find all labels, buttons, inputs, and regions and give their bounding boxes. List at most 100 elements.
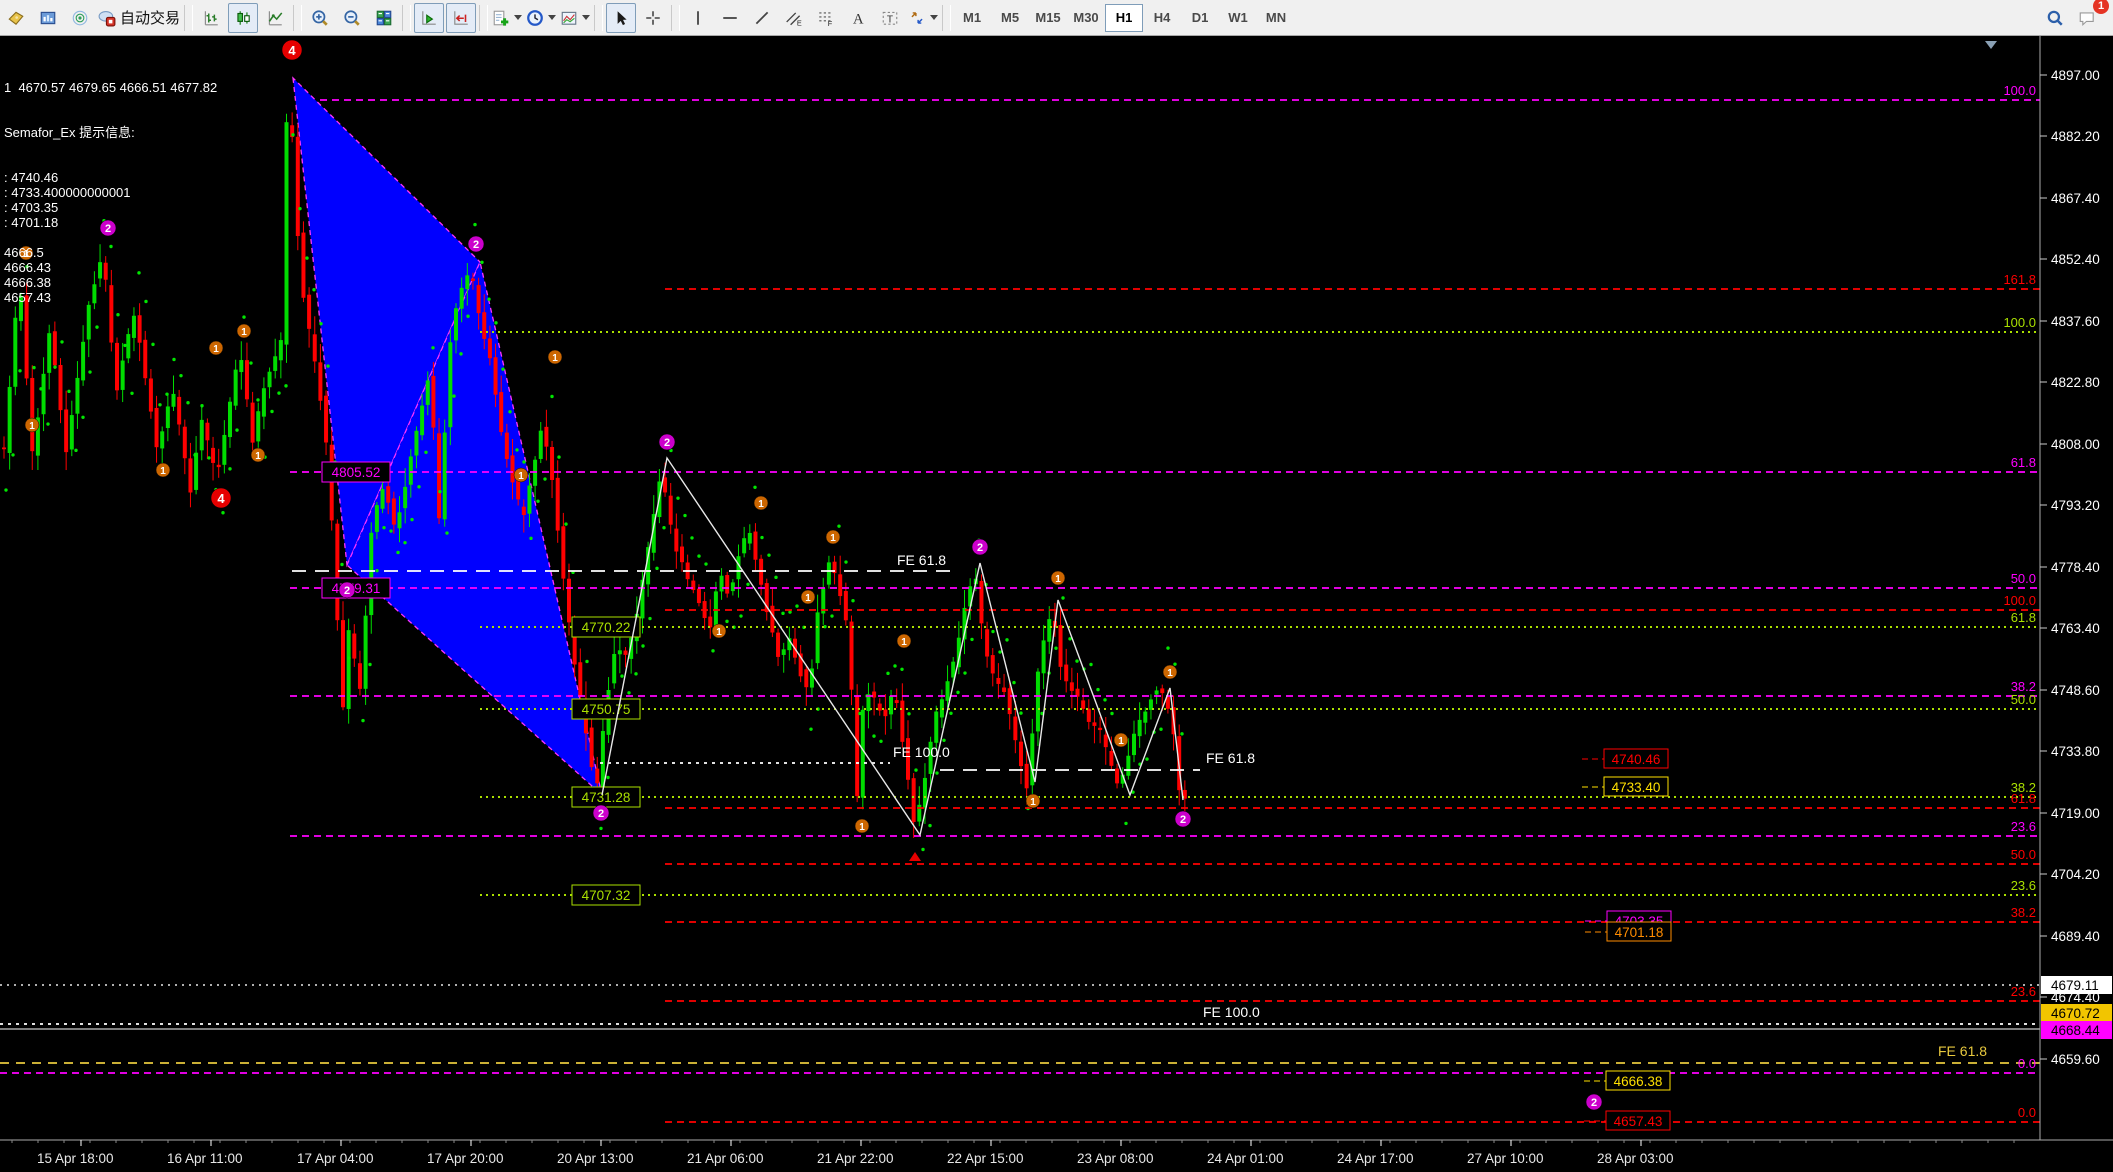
semafor-number: 1 xyxy=(213,344,219,355)
timeframe-m15-button[interactable]: M15 xyxy=(1029,4,1067,32)
chevron-down-icon[interactable] xyxy=(930,15,938,20)
chevron-down-icon[interactable] xyxy=(514,15,522,20)
timeframe-h4-button[interactable]: H4 xyxy=(1143,4,1181,32)
chart-area[interactable]: 100.0161.8100.061.84805.5250.04779.31100… xyxy=(0,36,2113,1172)
signals-button[interactable] xyxy=(65,3,95,33)
toolbar-separator xyxy=(594,5,603,31)
charts-window-button[interactable] xyxy=(33,3,63,33)
equidistant-channel-button[interactable]: E xyxy=(779,3,809,33)
auto-scroll-button[interactable] xyxy=(414,3,444,33)
periods-button[interactable] xyxy=(525,3,557,33)
fe-label: FE 100.0 xyxy=(1203,1004,1260,1020)
chat-button[interactable]: 1 xyxy=(2072,3,2102,33)
text-button[interactable]: A xyxy=(843,3,873,33)
time-axis-label: 17 Apr 04:00 xyxy=(297,1151,374,1166)
zoom-out-button[interactable] xyxy=(337,3,367,33)
price-axis[interactable]: 4897.004882.204867.404852.404837.604822.… xyxy=(2040,36,2113,1140)
search-button[interactable] xyxy=(2040,3,2070,33)
price-axis-label: 4778.40 xyxy=(2051,560,2100,575)
cursor-icon xyxy=(612,9,630,27)
semafor-number: 1 xyxy=(805,593,811,604)
price-axis-label: 4733.80 xyxy=(2051,744,2100,759)
toolbar-group-chart-type xyxy=(195,0,291,36)
fib-level-label: 0.0 xyxy=(2018,1056,2036,1071)
trendline-button[interactable] xyxy=(747,3,777,33)
indicators-icon xyxy=(492,9,510,27)
timeframe-m5-button[interactable]: M5 xyxy=(991,4,1029,32)
autoscroll-icon xyxy=(420,9,438,27)
semafor-number: 1 xyxy=(241,327,247,338)
svg-text:A: A xyxy=(853,11,864,26)
horizontal-line-button[interactable] xyxy=(715,3,745,33)
chevron-down-icon[interactable] xyxy=(548,15,556,20)
text-label-button[interactable]: T xyxy=(875,3,905,33)
semafor-number: 1 xyxy=(255,451,261,462)
bar-chart-button[interactable] xyxy=(196,3,226,33)
vline-icon xyxy=(689,9,707,27)
zoom-in-button[interactable] xyxy=(305,3,335,33)
tile-windows-button[interactable] xyxy=(369,3,399,33)
fe-label: FE 100.0 xyxy=(893,744,950,760)
charts-icon xyxy=(39,9,57,27)
timeframe-h1-button[interactable]: H1 xyxy=(1105,4,1143,32)
timeframe-m30-button[interactable]: M30 xyxy=(1067,4,1105,32)
semafor-number: 1 xyxy=(23,249,29,260)
time-axis-label: 17 Apr 20:00 xyxy=(427,1151,504,1166)
fe-label: FE 61.8 xyxy=(1206,750,1255,766)
semafor-number: 2 xyxy=(1591,1097,1597,1109)
fib-level-label: 100.0 xyxy=(2003,83,2036,98)
fibo-icon: F xyxy=(817,9,835,27)
tile-icon xyxy=(375,9,393,27)
time-axis-label: 21 Apr 22:00 xyxy=(817,1151,894,1166)
semafor-number: 1 xyxy=(859,822,865,833)
price-axis-label: 4719.00 xyxy=(2051,806,2100,821)
chart-shift-button[interactable] xyxy=(446,3,476,33)
semafor-number: 1 xyxy=(1030,797,1036,808)
timeframe-m1-button[interactable]: M1 xyxy=(953,4,991,32)
price-axis-label: 4808.00 xyxy=(2051,437,2100,452)
toolbar-group-trade: 自动交易 xyxy=(0,0,182,36)
main-toolbar: 自动交易 EF AT M1M5M15M30H1H4D1W1MN 1 xyxy=(0,0,2113,36)
fibonacci-button[interactable]: F xyxy=(811,3,841,33)
time-axis[interactable]: 15 Apr 18:0016 Apr 11:0017 Apr 04:0017 A… xyxy=(0,1140,2113,1172)
toolbar-group-draw: EF AT xyxy=(682,0,940,36)
toolbar-separator xyxy=(293,5,302,31)
timeframe-mn-button[interactable]: MN xyxy=(1257,4,1295,32)
time-axis-label: 24 Apr 01:00 xyxy=(1207,1151,1284,1166)
semafor-number: 1 xyxy=(830,533,836,544)
price-axis-label: 4822.80 xyxy=(2051,375,2100,390)
current-price-tag: 4670.72 xyxy=(2051,1006,2100,1021)
fib-price-box-label: 4731.28 xyxy=(582,790,631,805)
vertical-line-button[interactable] xyxy=(683,3,713,33)
price-axis-label: 4763.40 xyxy=(2051,621,2100,636)
semafor-number: 1 xyxy=(29,421,35,432)
line-chart-button[interactable] xyxy=(260,3,290,33)
fib-price-box-label: 4750.75 xyxy=(582,702,631,717)
semafor-number: 1 xyxy=(518,471,524,482)
current-price-tag: 4668.44 xyxy=(2051,1023,2100,1038)
fib-level-label: 23.6 xyxy=(2011,819,2036,834)
time-axis-label: 22 Apr 15:00 xyxy=(947,1151,1024,1166)
cursor-button[interactable] xyxy=(606,3,636,33)
timeframe-d1-button[interactable]: D1 xyxy=(1181,4,1219,32)
timeframe-w1-button[interactable]: W1 xyxy=(1219,4,1257,32)
arrows-button[interactable] xyxy=(907,3,939,33)
new-order-button[interactable] xyxy=(1,3,31,33)
crosshair-button[interactable] xyxy=(638,3,668,33)
semafor-number: 1 xyxy=(1118,736,1124,747)
chart-canvas[interactable]: 100.0161.8100.061.84805.5250.04779.31100… xyxy=(0,36,2113,1172)
indicators-button[interactable] xyxy=(491,3,523,33)
chevron-down-icon[interactable] xyxy=(582,15,590,20)
crosshair-icon xyxy=(644,9,662,27)
price-axis-label: 4882.20 xyxy=(2051,129,2100,144)
fib-level-label: 161.8 xyxy=(2003,272,2036,287)
price-tag-label: 4701.18 xyxy=(1615,925,1664,940)
candlestick-chart-button[interactable] xyxy=(228,3,258,33)
auto-trading-button[interactable]: 自动交易 xyxy=(97,3,181,33)
current-price-tag: 4679.11 xyxy=(2051,978,2099,993)
toolbar-separator xyxy=(479,5,488,31)
templates-button[interactable] xyxy=(559,3,591,33)
price-axis-label: 4704.20 xyxy=(2051,867,2100,882)
toolbar-right-icons: 1 xyxy=(2039,3,2103,33)
semafor-number: 2 xyxy=(344,585,350,597)
